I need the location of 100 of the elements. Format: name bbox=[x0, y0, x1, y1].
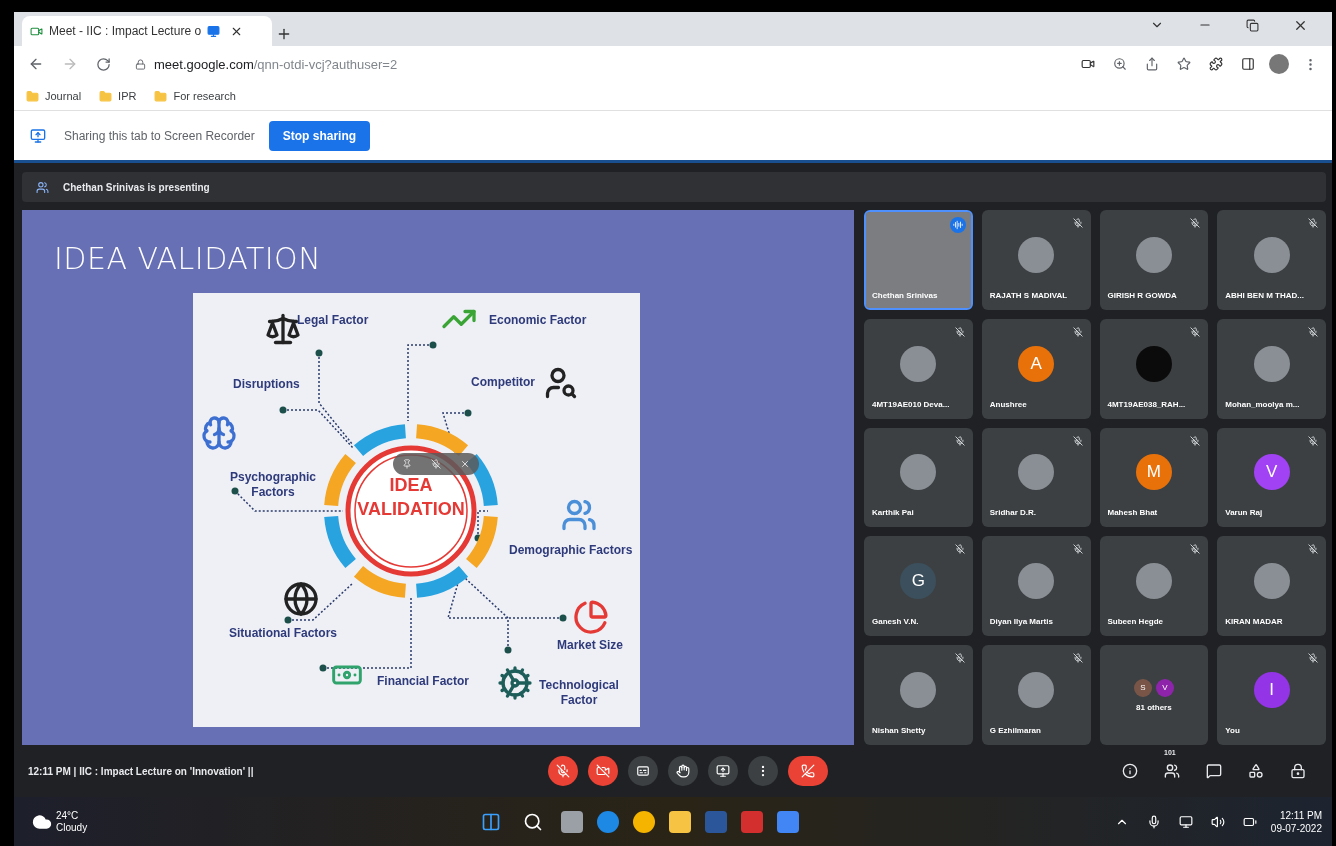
chrome-app-icon[interactable] bbox=[633, 810, 656, 833]
participant-tile[interactable]: A Anushree bbox=[981, 318, 1091, 419]
camera-off-icon bbox=[596, 764, 610, 778]
bookmark[interactable]: Journal bbox=[45, 90, 82, 102]
photo-placeholder bbox=[900, 454, 937, 491]
captions-icon bbox=[636, 764, 650, 778]
participant-name: Mohan_moolya m... bbox=[1225, 399, 1300, 409]
participant-tile[interactable]: Mohan_moolya m... bbox=[1217, 318, 1326, 419]
participant-name: GIRISH R GOWDA bbox=[1107, 290, 1177, 300]
avatar: S bbox=[1133, 678, 1152, 697]
participant-name: G Ezhilmaran bbox=[989, 726, 1041, 735]
app-icon[interactable] bbox=[777, 810, 800, 833]
participant-tile[interactable]: Nishan Shetty bbox=[864, 645, 973, 745]
participant-tile[interactable]: G Ganesh V.N. bbox=[864, 536, 973, 637]
present-screen-icon bbox=[716, 764, 730, 778]
participant-name: RAJATH S MADIVAL bbox=[989, 290, 1068, 300]
bookmark[interactable]: For research bbox=[173, 90, 236, 102]
factor-label: Competitor bbox=[471, 375, 535, 390]
folder-icon bbox=[26, 89, 39, 103]
globe-icon bbox=[283, 581, 319, 617]
photo-placeholder bbox=[900, 345, 937, 382]
participant-tile[interactable]: Chethan Srinivas bbox=[864, 210, 973, 310]
slide-title: IDEA VALIDATION bbox=[54, 240, 323, 278]
participant-tile[interactable]: S V 81 others bbox=[1099, 645, 1209, 745]
raise-hand-button[interactable] bbox=[668, 756, 698, 786]
factor-label: Legal Factor bbox=[297, 313, 369, 328]
participant-name: Varun Raj bbox=[1225, 508, 1263, 518]
hand-icon bbox=[676, 764, 690, 778]
factor-label: Market Size bbox=[557, 638, 624, 653]
avatar bbox=[1135, 345, 1172, 382]
weather-text[interactable]: 24°C Cloudy bbox=[56, 809, 88, 834]
browser-app-icon[interactable] bbox=[597, 810, 620, 833]
folder-icon bbox=[154, 89, 168, 103]
factor-label: Disruptions bbox=[233, 377, 300, 392]
participant-name: ABHI BEN M THAD... bbox=[1225, 290, 1304, 300]
app-icon[interactable] bbox=[741, 810, 764, 833]
participant-name: Chethan Srinivas bbox=[872, 290, 938, 300]
participant-tile[interactable]: I You bbox=[1217, 645, 1326, 745]
pie-chart-icon bbox=[573, 599, 609, 635]
camera-button[interactable] bbox=[588, 756, 618, 786]
photo-placeholder bbox=[1135, 236, 1172, 273]
share-message: Sharing this tab to Screen Recorder bbox=[64, 128, 255, 143]
avatar: I bbox=[1253, 672, 1290, 709]
clock[interactable]: 12:11 PM 09-07-2022 bbox=[1270, 808, 1322, 835]
avatar: M bbox=[1135, 454, 1172, 491]
participant-tile[interactable]: KIRAN MADAR bbox=[1217, 536, 1326, 637]
browser-tab[interactable]: Meet - IIC : Impact Lecture o bbox=[22, 16, 272, 46]
profile-avatar[interactable] bbox=[1269, 54, 1289, 74]
bookmark[interactable]: IPR bbox=[118, 90, 137, 102]
url-text: meet.google.com/qnn-otdi-vcj?authuser=2 bbox=[154, 56, 398, 72]
task-view-icon[interactable] bbox=[561, 810, 584, 833]
mic-off-icon bbox=[556, 764, 570, 778]
photo-placeholder bbox=[1018, 672, 1055, 709]
microphone-button[interactable] bbox=[548, 756, 578, 786]
end-call-button[interactable] bbox=[788, 756, 828, 786]
photo-placeholder bbox=[1018, 563, 1055, 600]
participant-name: Nishan Shetty bbox=[872, 726, 926, 735]
participant-name: 81 others bbox=[1136, 702, 1172, 712]
participant-tile[interactable]: ABHI BEN M THAD... bbox=[1217, 210, 1326, 310]
participant-name: Sridhar D.R. bbox=[989, 508, 1036, 518]
participant-name: 4MT19AE038_RAH... bbox=[1107, 399, 1186, 409]
photo-placeholder bbox=[1018, 454, 1055, 491]
people-group-icon bbox=[561, 497, 597, 533]
captions-button[interactable] bbox=[628, 756, 658, 786]
avatar: A bbox=[1018, 345, 1055, 382]
meeting-info: 12:11 PM | IIC : Impact Lecture on 'Innovation' || bbox=[28, 765, 255, 777]
photo-placeholder bbox=[1135, 563, 1172, 600]
participant-name: Subeen Hegde bbox=[1107, 617, 1164, 627]
avatar: V bbox=[1155, 678, 1174, 697]
participant-tile[interactable]: GIRISH R GOWDA bbox=[1099, 210, 1209, 310]
participant-tile[interactable]: Subeen Hegde bbox=[1099, 536, 1209, 637]
participant-name: 4MT19AE010 Deva... bbox=[872, 399, 950, 409]
participant-name: Mahesh Bhat bbox=[1107, 508, 1158, 518]
factor-label: Financial Factor bbox=[377, 674, 470, 689]
participant-tile[interactable]: G Ezhilmaran bbox=[981, 645, 1091, 745]
participant-tile[interactable]: M Mahesh Bhat bbox=[1099, 427, 1209, 528]
factor-label: Situational Factors bbox=[229, 626, 338, 641]
folder-app-icon[interactable] bbox=[669, 810, 692, 833]
participant-tile[interactable]: 4MT19AE038_RAH... bbox=[1099, 318, 1209, 419]
stop-sharing-button[interactable]: Stop sharing bbox=[268, 120, 371, 151]
participant-name: Ganesh V.N. bbox=[872, 617, 919, 627]
factor-label: Demographic Factors bbox=[509, 543, 633, 558]
phone-icon bbox=[801, 764, 815, 778]
presenting-text: Chethan Srinivas is presenting bbox=[63, 181, 210, 193]
participant-tile[interactable]: Sridhar D.R. bbox=[981, 427, 1091, 528]
present-button[interactable] bbox=[708, 756, 738, 786]
factor-label: Psychographic Factors bbox=[229, 470, 317, 500]
avatar: G bbox=[900, 563, 937, 600]
participant-tile[interactable]: 4MT19AE010 Deva... bbox=[864, 318, 973, 419]
participant-tile[interactable]: V Varun Raj bbox=[1217, 427, 1326, 528]
brain-icon bbox=[201, 415, 237, 451]
participant-name: You bbox=[1225, 726, 1240, 735]
photo-placeholder bbox=[1253, 345, 1290, 382]
lock-icon bbox=[135, 58, 146, 70]
participant-tile[interactable]: RAJATH S MADIVAL bbox=[981, 210, 1091, 310]
participant-tile[interactable]: Diyan Ilya Martis bbox=[981, 536, 1091, 637]
participant-name: Anushree bbox=[989, 399, 1027, 409]
participant-name: Diyan Ilya Martis bbox=[989, 617, 1053, 627]
participant-tile[interactable]: Karthik Pai bbox=[864, 427, 973, 528]
gears-icon bbox=[497, 665, 533, 701]
